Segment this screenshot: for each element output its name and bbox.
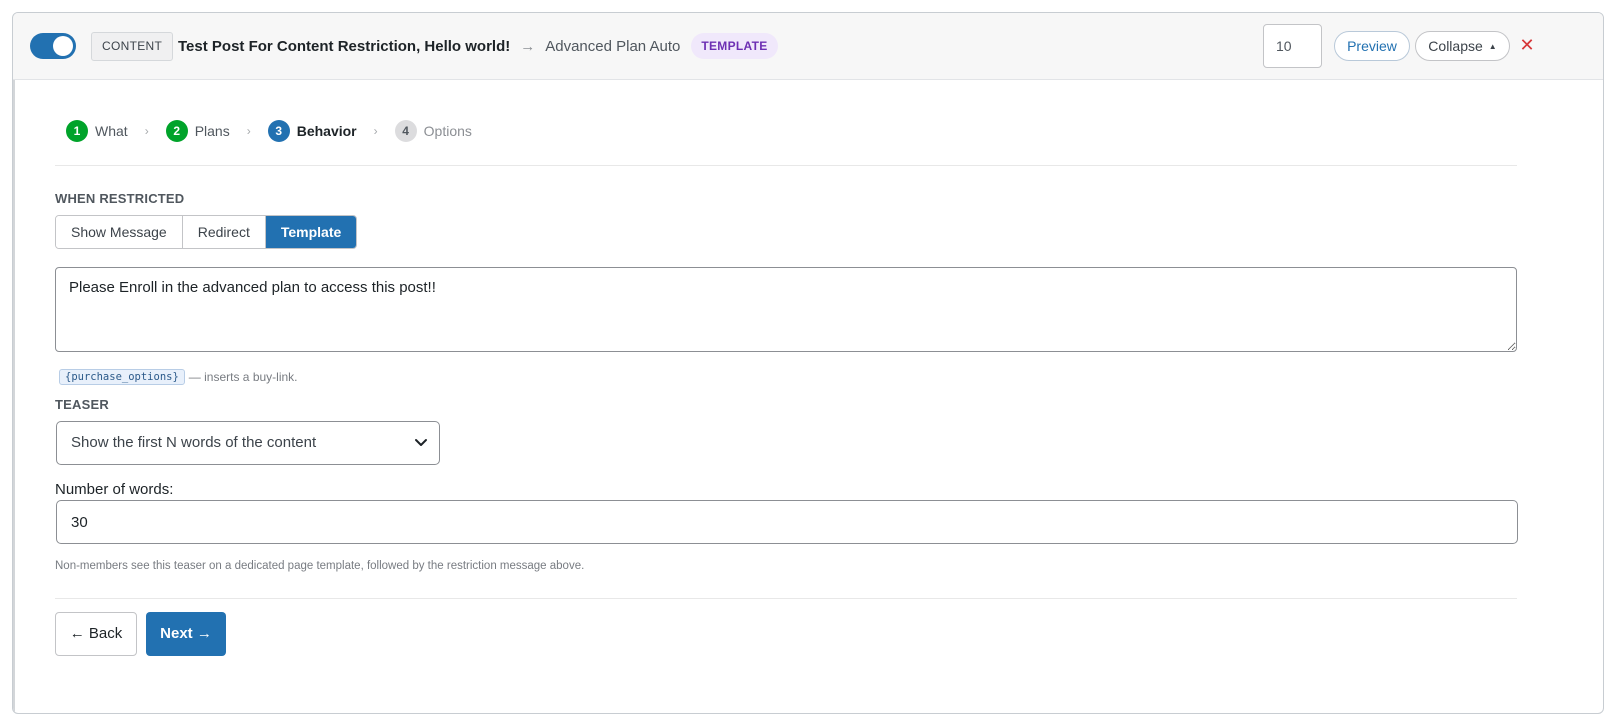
step-options[interactable]: 4 Options xyxy=(394,120,472,142)
next-button[interactable]: Next → xyxy=(146,612,226,656)
words-count-label: Number of words: xyxy=(55,481,174,498)
mode-template[interactable]: Template xyxy=(265,216,357,248)
mode-redirect[interactable]: Redirect xyxy=(182,216,266,248)
wizard-steps: 1 What › 2 Plans › 3 Behavior › 4 Option… xyxy=(66,120,472,142)
when-restricted-label: WHEN RESTRICTED xyxy=(55,191,185,206)
words-count-input[interactable] xyxy=(56,500,1518,544)
collapse-button[interactable]: Collapse ▲ xyxy=(1415,31,1510,61)
step-label: Options xyxy=(423,123,472,139)
chevron-down-icon xyxy=(415,439,427,446)
step-plans[interactable]: 2 Plans xyxy=(165,120,230,142)
step-label: Behavior xyxy=(296,123,357,139)
step-number: 2 xyxy=(165,120,188,142)
caret-up-icon: ▲ xyxy=(1488,42,1497,51)
teaser-select[interactable]: Show the first N words of the content xyxy=(56,421,440,465)
restriction-mode-selector: Show Message Redirect Template xyxy=(55,215,358,249)
step-number: 3 xyxy=(267,120,290,142)
token-hint: {purchase_options} — inserts a buy-link. xyxy=(59,368,298,386)
step-label: What xyxy=(95,123,128,139)
content-type-badge: CONTENT xyxy=(91,32,174,61)
token-description: — inserts a buy-link. xyxy=(188,370,298,384)
step-behavior[interactable]: 3 Behavior xyxy=(267,120,357,142)
steps-divider xyxy=(55,165,1517,166)
close-icon[interactable]: ✕ xyxy=(1519,35,1535,55)
step-number: 1 xyxy=(66,120,88,142)
mode-show-message[interactable]: Show Message xyxy=(56,216,183,248)
rule-header: CONTENT Test Post For Content Restrictio… xyxy=(13,13,1603,80)
teaser-selected-value: Show the first N words of the content xyxy=(71,434,317,451)
step-number: 4 xyxy=(394,120,417,142)
restriction-rule-card: CONTENT Test Post For Content Restrictio… xyxy=(12,12,1604,714)
card-left-edge xyxy=(13,13,15,713)
chevron-right-icon: › xyxy=(246,124,251,138)
toggle-knob xyxy=(53,36,73,56)
arrow-icon: → xyxy=(520,37,536,55)
teaser-label: TEASER xyxy=(55,397,109,412)
teaser-note: Non-members see this teaser on a dedicat… xyxy=(55,560,585,572)
restriction-message-textarea[interactable]: Please Enroll in the advanced plan to ac… xyxy=(55,267,1517,352)
chevron-right-icon: › xyxy=(144,124,149,138)
rule-title-line: Test Post For Content Restriction, Hello… xyxy=(178,33,778,59)
chevron-right-icon: › xyxy=(373,124,378,138)
back-button[interactable]: ← Back xyxy=(55,612,137,656)
rule-type-badge: TEMPLATE xyxy=(691,33,778,59)
step-what[interactable]: 1 What xyxy=(66,120,128,142)
collapse-label: Collapse xyxy=(1428,38,1483,54)
plan-name: Advanced Plan Auto xyxy=(545,37,681,55)
post-title: Test Post For Content Restriction, Hello… xyxy=(178,37,511,55)
step-label: Plans xyxy=(194,123,230,139)
rule-enabled-toggle[interactable] xyxy=(30,33,76,59)
preview-button[interactable]: Preview xyxy=(1334,31,1410,61)
purchase-options-token: {purchase_options} xyxy=(59,369,185,385)
order-input[interactable] xyxy=(1263,24,1322,68)
footer-divider xyxy=(55,598,1517,599)
